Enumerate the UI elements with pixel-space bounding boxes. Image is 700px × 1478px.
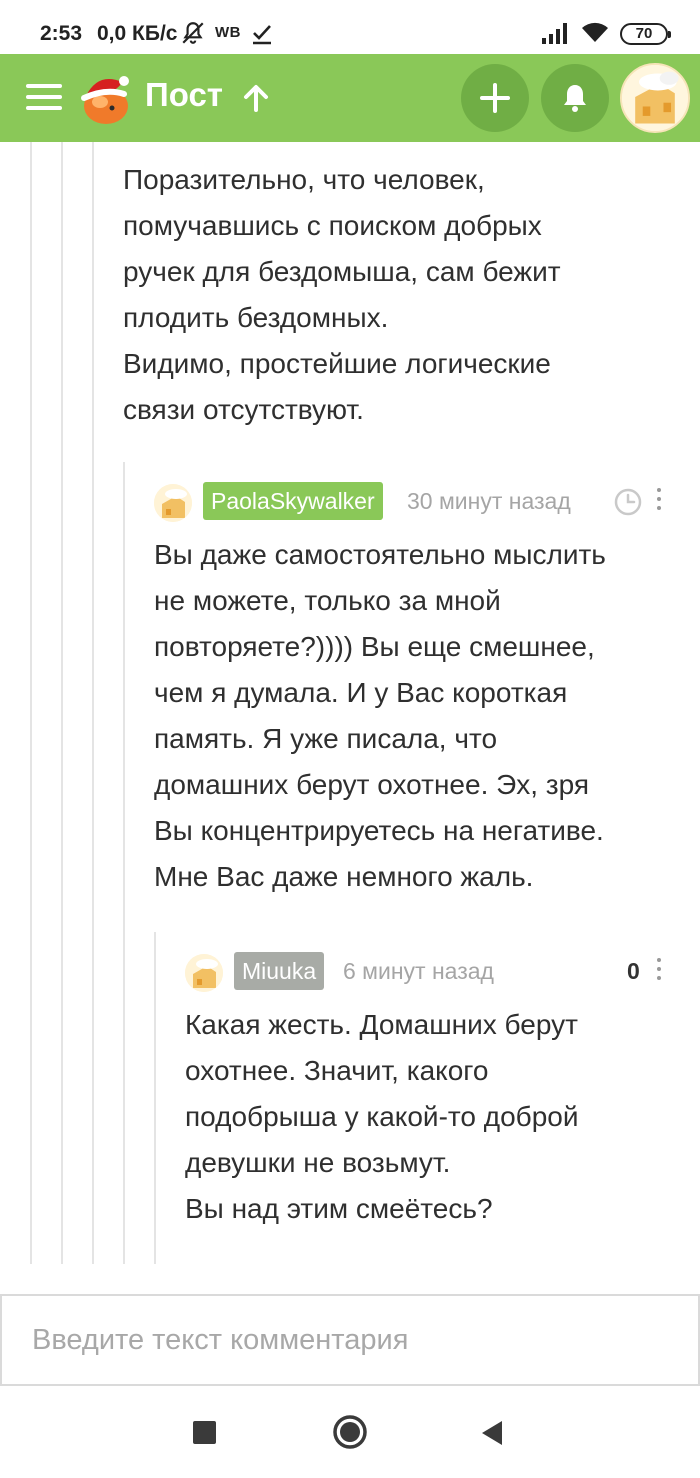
comment-input[interactable]: Введите текст комментария: [0, 1294, 700, 1386]
comment-body: Какая жесть. Домашних берут охотнее. Зна…: [185, 1009, 579, 1224]
app-header: Пост: [0, 54, 700, 142]
author-nickname[interactable]: Miuuka: [234, 952, 325, 990]
battery-indicator: 70: [620, 23, 671, 45]
avatar-house-icon: [185, 954, 223, 992]
author-avatar[interactable]: [154, 484, 192, 522]
clock-icon[interactable]: [613, 487, 643, 517]
thread-line: [30, 142, 32, 1264]
thread-line: [154, 932, 156, 1264]
comment-body: Вы даже самостоятельно мыслить не можете…: [154, 539, 606, 892]
signal-icon: [542, 23, 567, 44]
more-options-icon[interactable]: [654, 488, 664, 516]
comment-time: 30 минут назад: [407, 488, 571, 514]
back-icon[interactable]: [480, 1419, 504, 1447]
comment-input-placeholder: Введите текст комментария: [32, 1324, 409, 1356]
app-screen: 2:53 0,0 КБ/с WB 70 Пост Поразительно, ч…: [0, 0, 700, 1478]
author-nickname[interactable]: PaolaSkywalker: [203, 482, 383, 520]
add-post-button[interactable]: [461, 64, 529, 132]
system-nav-bar: [0, 1386, 700, 1478]
wifi-icon: [582, 22, 608, 42]
more-options-icon[interactable]: [654, 958, 664, 986]
muted-bell-icon: [182, 22, 204, 44]
avatar-house-icon: [622, 65, 688, 131]
recent-apps-icon[interactable]: [193, 1421, 216, 1444]
thread-line: [123, 462, 125, 1264]
status-time: 2:53: [40, 22, 83, 45]
user-avatar[interactable]: [620, 63, 690, 133]
menu-icon[interactable]: [26, 84, 62, 112]
arrow-up-icon[interactable]: [243, 84, 269, 112]
logo-icon[interactable]: [78, 68, 134, 128]
comment-header: Miuuka 6 минут назад 0: [185, 952, 695, 992]
comment-rating: 0: [627, 958, 640, 984]
status-wb-label: WB: [215, 24, 241, 41]
bell-icon: [564, 85, 586, 112]
comment-time: 6 минут назад: [343, 958, 494, 984]
plus-icon: [480, 83, 510, 113]
comment-body: Поразительно, что человек, помучавшись с…: [123, 164, 561, 425]
status-bar: 2:53 0,0 КБ/с WB 70: [0, 0, 700, 54]
avatar-house-icon: [154, 484, 192, 522]
comment-header: PaolaSkywalker 30 минут назад: [154, 482, 694, 522]
thread-line: [92, 142, 94, 1264]
author-avatar[interactable]: [185, 954, 223, 992]
home-icon[interactable]: [332, 1414, 368, 1450]
page-title: Пост: [145, 76, 223, 113]
download-done-icon: [253, 25, 271, 45]
thread-line: [61, 142, 63, 1264]
status-net-speed: 0,0 КБ/с: [97, 22, 178, 45]
notifications-button[interactable]: [541, 64, 609, 132]
